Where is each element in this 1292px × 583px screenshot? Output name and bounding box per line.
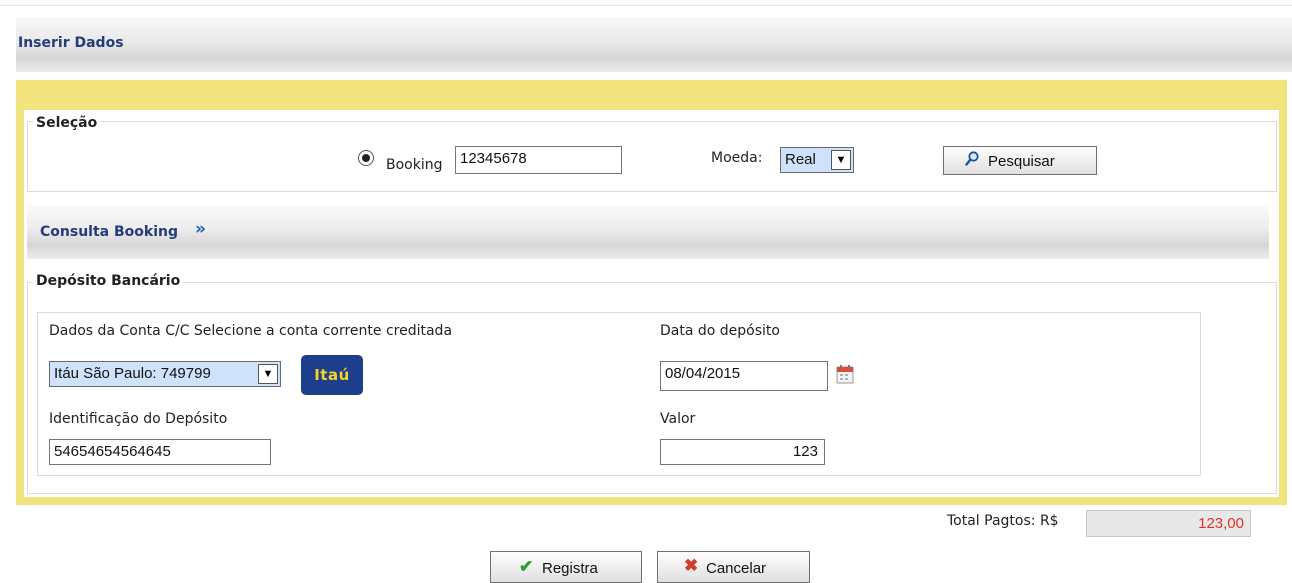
registra-button[interactable]: ✔ Registra [490,551,642,583]
itau-logo: Itaú [301,355,363,395]
cancelar-label: Cancelar [706,560,767,577]
x-icon: ✖ [684,556,699,575]
valor-label: Valor [660,411,696,427]
top-divider [0,5,1292,6]
identificacao-label: Identificação do Depósito [49,411,228,427]
data-deposito-label: Data do depósito [660,323,780,339]
chevron-down-icon[interactable]: ▼ [258,364,278,384]
data-deposito-input[interactable]: 08/04/2015 [660,361,828,391]
booking-input[interactable]: 12345678 [455,146,622,174]
moeda-select-value: Real [785,151,816,168]
page-title: Inserir Dados [18,35,124,51]
radio-selected-icon [362,154,370,162]
chevron-down-icon[interactable]: ▼ [831,150,851,170]
moeda-select[interactable]: Real ▼ [780,147,854,173]
calendar-icon[interactable] [836,364,854,384]
identificacao-input[interactable]: 54654654564645 [49,439,271,465]
consulta-booking-bar[interactable] [27,205,1269,259]
check-icon: ✔ [519,557,534,576]
consulta-booking-link[interactable]: Consulta Booking [40,224,178,240]
cancelar-button[interactable]: ✖ Cancelar [657,551,810,583]
magnifier-icon [965,151,979,171]
total-pagtos-value: 123,00 [1086,510,1251,537]
pesquisar-button[interactable]: Pesquisar [943,146,1097,175]
deposito-legend: Depósito Bancário [33,273,184,289]
conta-select-value: Itáu São Paulo: 749799 [54,365,211,382]
total-pagtos-label: Total Pagtos: R$ [947,513,1059,529]
registra-label: Registra [542,560,598,577]
selecao-legend: Seleção [33,115,101,131]
pesquisar-label: Pesquisar [988,153,1055,170]
conta-label: Dados da Conta C/C Selecione a conta cor… [49,323,453,339]
conta-select[interactable]: Itáu São Paulo: 749799 ▼ [49,361,281,387]
page-header [16,18,1292,72]
double-chevron-right-icon[interactable]: » [195,219,206,239]
moeda-label: Moeda: [711,150,763,166]
booking-label: Booking [386,157,443,173]
valor-input[interactable]: 123 [660,439,825,465]
